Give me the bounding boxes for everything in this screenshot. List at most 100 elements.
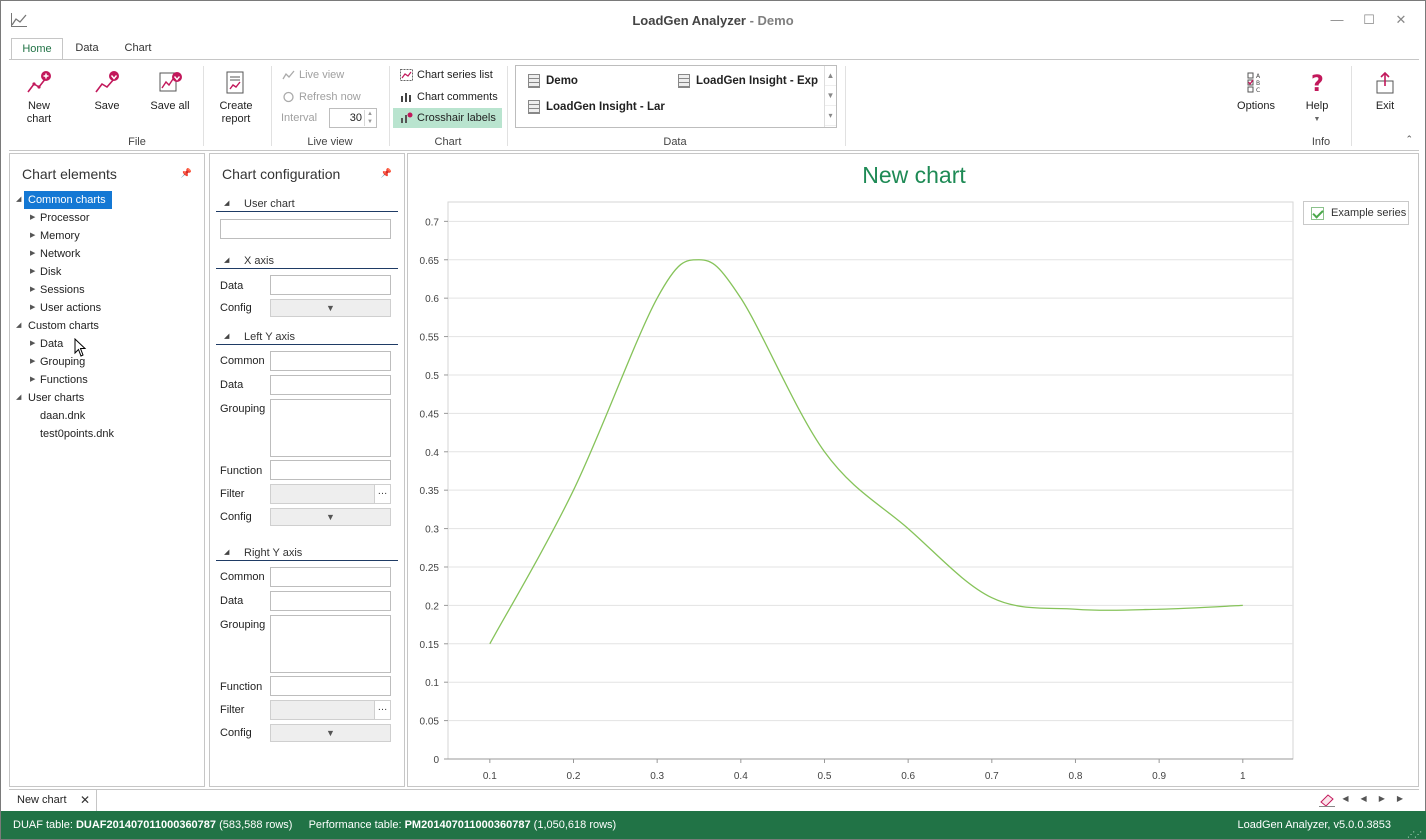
left-y-common-field[interactable] [270,351,391,371]
left-y-function-field[interactable] [270,460,391,480]
tree-user-charts[interactable]: User charts [28,389,84,407]
doc-tab-new-chart[interactable]: New chart ✕ [9,790,97,811]
tab-navigation-icons[interactable]: ◀◀▶▶ [1342,794,1415,803]
line-plot[interactable]: 0 0.05 0.1 0.15 0.2 0.25 0.3 0.35 0.4 0.45 0.5 0.55… [408,154,1418,786]
resize-grip-icon[interactable]: ⋰⋰ [1407,821,1422,840]
y-tick-label: 0.7 [425,217,439,228]
interval-stepper[interactable]: 30 ▲ ▼ [329,108,377,128]
collapsed-arrow-icon[interactable]: ▶ [30,245,35,263]
close-window-button[interactable]: ✕ [1387,9,1415,31]
create-report-button[interactable]: Create report [213,70,259,126]
expanded-arrow-icon[interactable]: ◢ [16,191,21,209]
right-y-data-field[interactable] [270,591,391,611]
refresh-now-button[interactable]: Refresh now [279,87,361,107]
svg-text:?: ? [1311,72,1324,96]
tree-common-charts[interactable]: Common charts [24,191,112,209]
tree-disk[interactable]: Disk [40,263,61,281]
x-axis-section[interactable]: ◢ X axis [216,253,398,269]
x-tick-label: 0.4 [734,771,748,782]
scroll-down-icon[interactable]: ▼ [825,86,836,106]
data-source-insight-exp[interactable]: LoadGen Insight - Exp [676,72,822,90]
left-y-axis-section[interactable]: ◢ Left Y axis [216,329,398,345]
right-y-grouping-label: Grouping [220,619,266,631]
tab-home[interactable]: Home [11,38,63,60]
left-y-filter-label: Filter [220,488,245,500]
tree-sessions[interactable]: Sessions [40,281,85,299]
expanded-arrow-icon[interactable]: ◢ [16,389,21,407]
eraser-icon[interactable] [1319,793,1335,807]
data-source-insight-lar[interactable]: LoadGen Insight - Lar [526,98,672,116]
x-tick-label: 0.2 [567,771,581,782]
gallery-expand-icon[interactable]: ▾ [825,106,836,126]
collapsed-arrow-icon[interactable]: ▶ [30,371,35,389]
y-tick-label: 0.05 [420,717,440,728]
chart-comments-button[interactable]: Chart comments [397,87,498,107]
left-y-config-label: Config [220,511,252,523]
left-y-data-field[interactable] [270,375,391,395]
collapse-ribbon-icon[interactable]: ⌃ [1405,134,1413,145]
tree-network[interactable]: Network [40,245,80,263]
maximize-button[interactable]: ☐ [1355,9,1383,31]
x-tick-label: 0.3 [650,771,664,782]
collapsed-arrow-icon[interactable]: ▶ [30,263,35,281]
user-chart-field[interactable] [220,219,391,239]
collapsed-arrow-icon[interactable]: ▶ [30,281,35,299]
collapsed-arrow-icon[interactable]: ▶ [30,227,35,245]
collapsed-arrow-icon[interactable]: ▶ [30,299,35,317]
options-button[interactable]: A B C Options [1231,70,1281,113]
tree-user-chart-file[interactable]: daan.dnk [40,407,85,425]
chart-area[interactable]: New chart Example series 0 0.05 0.1 0.15 0.2… [407,153,1419,787]
tree-user-chart-file[interactable]: test0points.dnk [40,425,114,443]
right-y-axis-section-label: Right Y axis [244,547,303,559]
tab-chart[interactable]: Chart [113,38,163,60]
save-button[interactable]: Save [85,70,129,113]
left-y-grouping-field[interactable] [270,399,391,457]
tree-custom-charts[interactable]: Custom charts [28,317,99,335]
user-chart-section[interactable]: ◢ User chart [216,196,398,212]
pin-icon[interactable]: 📌 [181,168,192,179]
right-y-common-field[interactable] [270,567,391,587]
tab-data[interactable]: Data [65,38,109,60]
live-view-button[interactable]: Live view [279,65,344,85]
data-source-demo[interactable]: Demo [526,72,666,90]
right-y-function-field[interactable] [270,676,391,696]
collapsed-arrow-icon[interactable]: ▶ [30,335,35,353]
separator [507,66,508,146]
right-y-config-dropdown[interactable]: ▼ [270,724,391,742]
help-button[interactable]: ? Help ▼ [1297,70,1337,126]
chart-series-list-label: Chart series list [417,69,493,81]
window-title-sub: Demo [757,13,794,28]
chart-series-list-button[interactable]: Chart series list [397,65,493,85]
right-y-grouping-field[interactable] [270,615,391,673]
collapsed-arrow-icon[interactable]: ▶ [30,353,35,371]
tree-processor[interactable]: Processor [40,209,90,227]
help-dropdown-icon[interactable]: ▼ [1297,113,1337,126]
tree-functions[interactable]: Functions [40,371,88,389]
help-question-icon: ? [1311,72,1324,96]
scroll-up-icon[interactable]: ▲ [825,66,836,86]
crosshair-labels-toggle[interactable]: Crosshair labels [393,108,502,128]
new-chart-button[interactable]: New chart [17,70,61,126]
expanded-arrow-icon[interactable]: ◢ [16,317,21,335]
ellipsis-icon[interactable]: … [374,701,390,719]
right-y-filter-field[interactable]: … [270,700,391,720]
collapsed-arrow-icon[interactable]: ▶ [30,209,35,227]
tree-memory[interactable]: Memory [40,227,80,245]
tree-user-actions[interactable]: User actions [40,299,101,317]
tree-data[interactable]: Data [40,335,63,353]
spin-arrows-icon[interactable]: ▲ ▼ [364,110,375,126]
exit-button[interactable]: Exit [1365,70,1405,113]
save-all-button[interactable]: Save all [145,70,195,113]
data-source-gallery[interactable]: Demo LoadGen Insight - Exp LoadGen Insig… [515,65,837,128]
close-tab-icon[interactable]: ✕ [80,790,90,811]
gallery-scrollbar[interactable]: ▲ ▼ ▾ [824,66,836,127]
left-y-filter-field[interactable]: … [270,484,391,504]
x-config-dropdown[interactable]: ▼ [270,299,391,317]
pin-icon[interactable]: 📌 [381,168,392,179]
left-y-config-dropdown[interactable]: ▼ [270,508,391,526]
x-data-field[interactable] [270,275,391,295]
minimize-button[interactable]: — [1323,9,1351,31]
right-y-axis-section[interactable]: ◢ Right Y axis [216,545,398,561]
ellipsis-icon[interactable]: … [374,485,390,503]
svg-text:C: C [1256,87,1260,94]
